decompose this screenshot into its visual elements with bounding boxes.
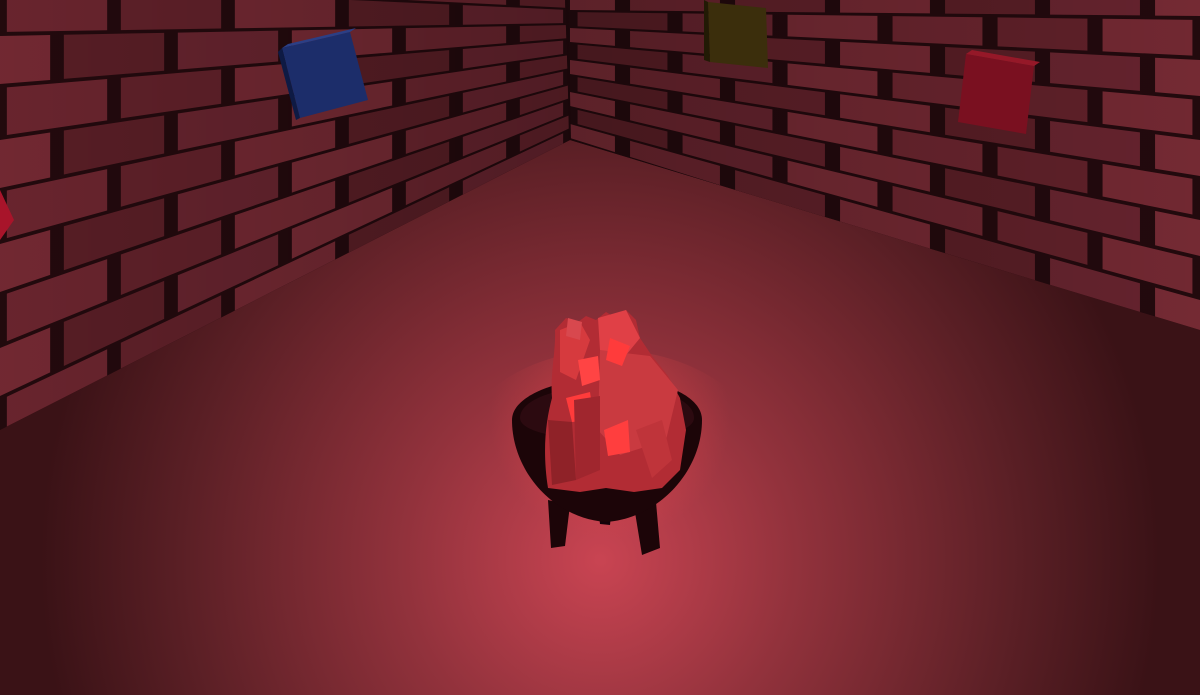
scene-canvas [0, 0, 1200, 695]
cube-olive[interactable] [704, 0, 768, 68]
game-viewport[interactable] [0, 0, 1200, 695]
